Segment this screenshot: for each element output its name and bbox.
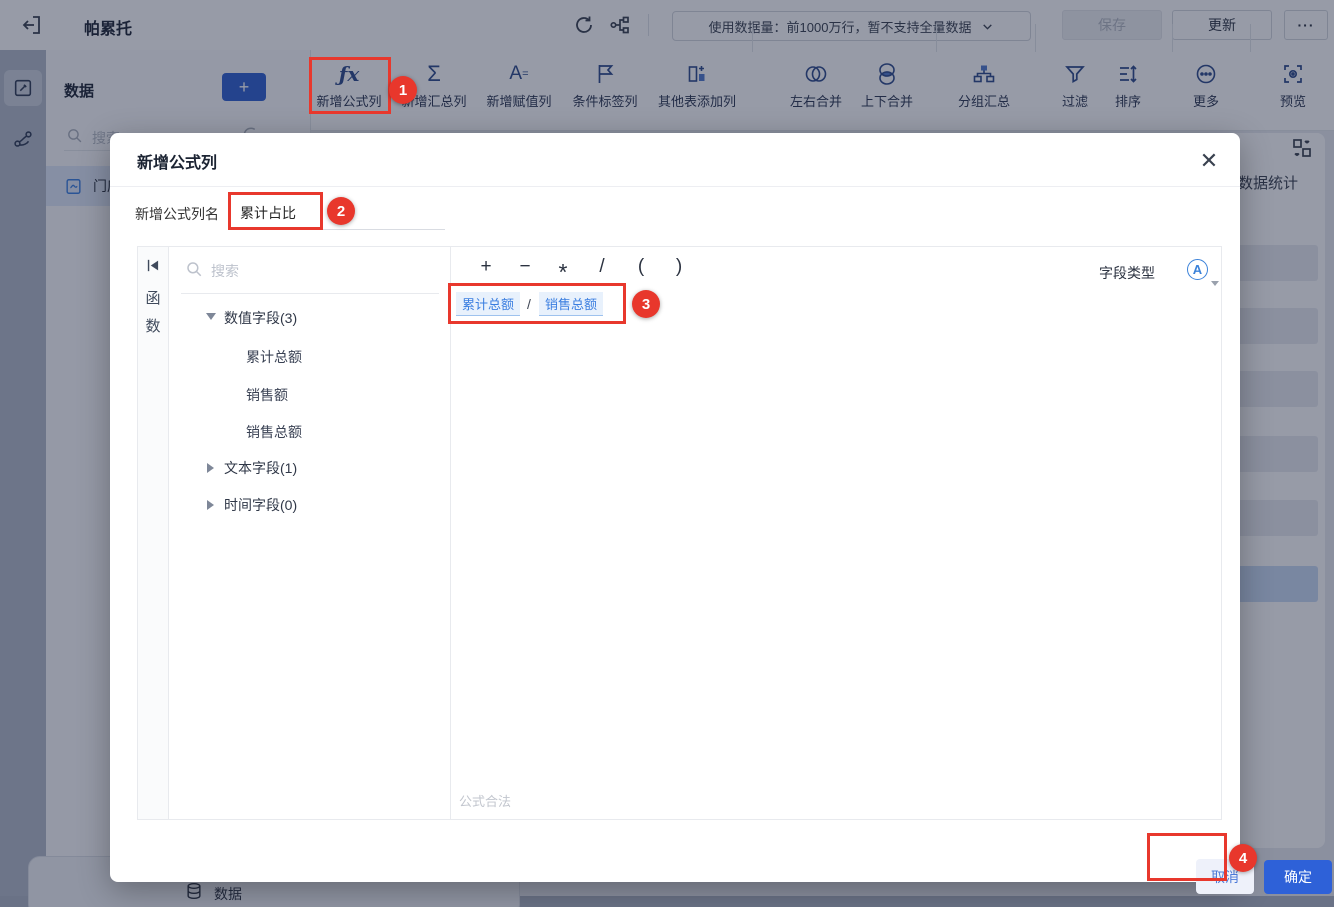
fields-panel: 搜索 数值字段(3) 累计总额 销售额 销售总额 文本字段(1) 时间字段(0) bbox=[169, 247, 451, 819]
operator-multiply[interactable]: * bbox=[559, 259, 568, 286]
formula-area[interactable]: + − * / ( ) 字段类型 A 累计总额 / 销售总额 公式合法 bbox=[451, 247, 1221, 819]
tree-field-sales[interactable]: 销售额 bbox=[246, 385, 288, 405]
operator-plus[interactable]: + bbox=[480, 256, 491, 278]
caret-collapsed-icon[interactable] bbox=[207, 500, 214, 510]
tree-field-cumulative-total[interactable]: 累计总额 bbox=[246, 347, 302, 367]
formula-valid-status: 公式合法 bbox=[459, 794, 512, 809]
functions-tab[interactable]: 函数 bbox=[145, 285, 161, 341]
formula-name-label: 新增公式列名 bbox=[135, 206, 219, 222]
annotation-badge-step3: 3 bbox=[632, 290, 660, 318]
modal-title: 新增公式列 bbox=[137, 155, 218, 172]
field-type-toggle[interactable]: A bbox=[1187, 259, 1208, 280]
formula-editor-panel: 函数 搜索 数值字段(3) 累计总额 销售额 销售总额 文本字段(1) 时间字段… bbox=[137, 246, 1222, 820]
operator-open-paren[interactable]: ( bbox=[638, 256, 644, 278]
tree-group-numeric[interactable]: 数值字段(3) bbox=[224, 308, 297, 328]
operator-minus[interactable]: − bbox=[519, 256, 530, 278]
modal-header-divider bbox=[110, 186, 1240, 187]
operator-divide[interactable]: / bbox=[599, 256, 604, 278]
field-type-label: 字段类型 bbox=[1099, 265, 1155, 281]
search-icon bbox=[185, 260, 203, 278]
tree-group-time[interactable]: 时间字段(0) bbox=[224, 495, 297, 515]
tree-field-sales-total[interactable]: 销售总额 bbox=[246, 422, 302, 442]
annotation-badge-step2: 2 bbox=[327, 197, 355, 225]
annotation-badge-step1: 1 bbox=[389, 76, 417, 104]
annotation-box-step1 bbox=[309, 57, 391, 114]
field-type-caret-icon[interactable] bbox=[1211, 281, 1219, 286]
expand-panel-icon[interactable] bbox=[145, 257, 162, 274]
annotation-box-step3 bbox=[448, 283, 626, 324]
annotation-box-step4 bbox=[1147, 833, 1227, 881]
confirm-button[interactable]: 确定 bbox=[1264, 860, 1332, 894]
fields-search-input[interactable]: 搜索 bbox=[211, 261, 239, 281]
tree-group-text[interactable]: 文本字段(1) bbox=[224, 458, 297, 478]
annotation-badge-step4: 4 bbox=[1229, 844, 1257, 872]
caret-expanded-icon[interactable] bbox=[206, 313, 216, 320]
fields-search-underline bbox=[181, 293, 439, 294]
add-formula-column-modal: 新增公式列 ✕ 新增公式列名 累计占比 函数 搜索 数值字段(3) 累计总额 销… bbox=[110, 133, 1332, 894]
operator-close-paren[interactable]: ) bbox=[676, 256, 682, 278]
close-icon[interactable]: ✕ bbox=[1193, 145, 1225, 177]
annotation-box-step2 bbox=[228, 192, 323, 230]
app-root: 帕累托 使用数据量：前1000万行，暂不支持全量数据 保存 更新 ··· ƒx … bbox=[0, 0, 1334, 907]
caret-collapsed-icon[interactable] bbox=[207, 463, 214, 473]
